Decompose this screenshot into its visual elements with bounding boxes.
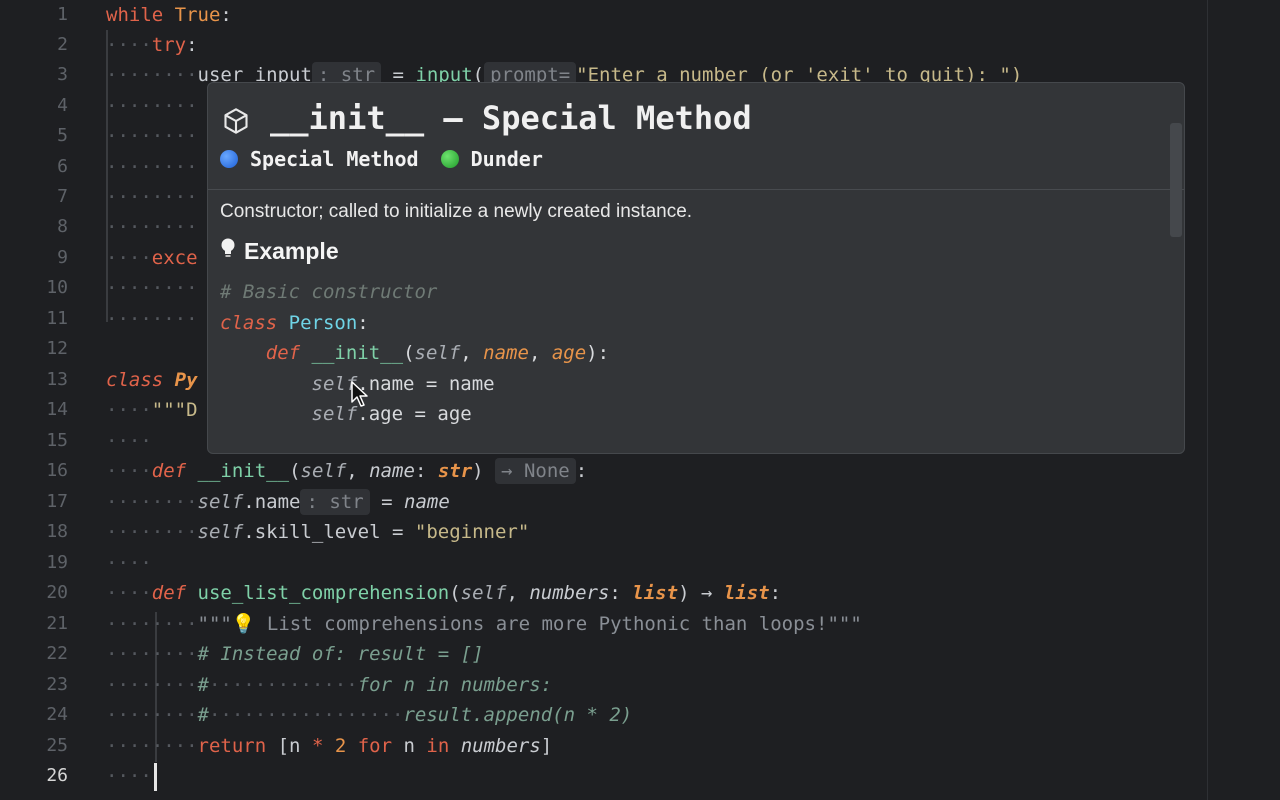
line-number: 21 <box>46 613 68 634</box>
example-line: # Basic constructor <box>220 281 438 303</box>
line-number: 16 <box>46 460 68 481</box>
code-line: ········ <box>106 186 198 208</box>
code-line: while True: <box>106 4 232 26</box>
popup-scrollbar[interactable] <box>1170 123 1182 237</box>
code-line: ········ <box>106 308 198 330</box>
return-type-hint: → None <box>495 458 576 484</box>
code-line: ····"""D <box>106 399 198 421</box>
code-line: ········ <box>106 156 198 178</box>
code-line: ········# Instead of: result = [] <box>106 643 484 665</box>
line-number-gutter: 1 2 3 4 5 6 7 8 9 10 11 12 13 14 15 16 1… <box>0 0 80 800</box>
line-number: 13 <box>46 369 68 390</box>
code-line-current: ···· <box>106 765 152 787</box>
line-number: 9 <box>57 247 68 268</box>
code-line: ········ <box>106 277 198 299</box>
line-number-current: 26 <box>46 765 68 786</box>
line-number: 4 <box>57 95 68 116</box>
code-line: ········ <box>106 125 198 147</box>
example-line: self.age = age <box>311 403 472 425</box>
code-line: ········#·············for n in numbers: <box>106 674 553 696</box>
line-number: 6 <box>57 156 68 177</box>
line-number: 18 <box>46 521 68 542</box>
example-line: def __init__(self, name, age): <box>265 342 610 364</box>
line-number: 7 <box>57 186 68 207</box>
line-number: 11 <box>46 308 68 329</box>
line-number: 19 <box>46 552 68 573</box>
popup-title: __init__ – Special Method <box>270 99 752 137</box>
line-number: 10 <box>46 277 68 298</box>
example-line: class Person: <box>220 312 369 334</box>
badge-dunder: Dunder <box>440 147 543 171</box>
line-number: 3 <box>57 64 68 85</box>
line-number: 24 <box>46 704 68 725</box>
code-line: ···· <box>106 552 152 574</box>
code-line: ········ <box>106 216 198 238</box>
mouse-pointer-icon <box>351 381 368 407</box>
type-hint: : str <box>300 489 370 515</box>
example-heading: Example <box>220 237 339 265</box>
cube-icon <box>224 108 248 134</box>
line-number: 2 <box>57 34 68 55</box>
code-line: ····def __init__(self, name: str) → None… <box>106 458 588 484</box>
line-number: 8 <box>57 216 68 237</box>
lightbulb-icon <box>221 238 235 257</box>
code-line: ····def use_list_comprehension(self, num… <box>106 582 782 604</box>
line-number: 5 <box>57 125 68 146</box>
code-line: ········"""💡 List comprehensions are mor… <box>106 613 862 635</box>
line-number: 15 <box>46 430 68 451</box>
line-number: 20 <box>46 582 68 603</box>
code-line: ········#·················result.append(… <box>106 704 633 726</box>
line-number: 12 <box>46 338 68 359</box>
line-number: 14 <box>46 399 68 420</box>
code-line: ···· <box>106 430 152 452</box>
code-line: ········return [n * 2 for n in numbers] <box>106 735 553 757</box>
code-line: ········self.skill_level = "beginner" <box>106 521 530 543</box>
line-number: 23 <box>46 674 68 695</box>
line-number: 22 <box>46 643 68 664</box>
popup-header: __init__ – Special Method Special Method… <box>208 83 1184 190</box>
green-circle-icon <box>440 150 459 168</box>
line-number: 25 <box>46 735 68 756</box>
code-line: ········ <box>106 95 198 117</box>
popup-description: Constructor; called to initialize a newl… <box>220 201 693 222</box>
badge-special-method: Special Method <box>220 147 419 171</box>
popup-badges: Special Method Dunder <box>220 147 553 171</box>
code-line: ····try: <box>106 34 198 56</box>
line-number: 1 <box>57 4 68 25</box>
line-number: 17 <box>46 491 68 512</box>
blue-circle-icon <box>220 150 238 168</box>
code-line: ····exce <box>106 247 198 269</box>
code-line: class Py <box>106 369 198 391</box>
code-line: ········self.name: str = name <box>106 489 450 515</box>
text-cursor <box>154 763 157 791</box>
